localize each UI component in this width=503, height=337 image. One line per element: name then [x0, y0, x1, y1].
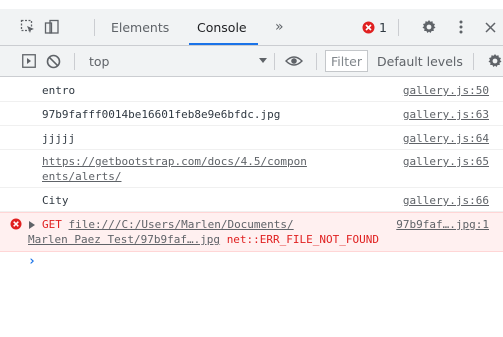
toolbar-divider — [274, 53, 275, 70]
default-levels-dropdown[interactable]: Default levels — [377, 46, 463, 76]
console-messages: entro gallery.js:50 97b9fafff0014be16601… — [0, 78, 503, 272]
close-icon[interactable] — [485, 9, 496, 45]
top-strip-right — [264, 0, 503, 9]
top-strip — [0, 0, 503, 9]
console-message: jjjjj gallery.js:64 — [0, 126, 503, 150]
error-message: GET file:///C:/Users/Marlen/Documents/ 9… — [0, 212, 503, 252]
error-count: 1 — [379, 19, 387, 35]
tab-elements[interactable]: Elements — [111, 9, 169, 45]
error-line1: GET file:///C:/Users/Marlen/Documents/ — [42, 217, 294, 232]
toolbar-divider — [473, 53, 474, 70]
message-source-link[interactable]: gallery.js:50 — [403, 83, 489, 98]
gear-icon[interactable] — [421, 9, 437, 45]
devtools-tab-bar: Elements Console » 1 — [0, 9, 503, 46]
error-count-badge[interactable]: 1 — [362, 9, 387, 45]
device-toolbar-icon[interactable] — [44, 9, 60, 45]
console-toolbar: top Filter Default levels — [0, 46, 503, 77]
message-url-line1[interactable]: https://getbootstrap.com/docs/4.5/compon — [42, 154, 307, 169]
error-code: net::ERR_FILE_NOT_FOUND — [226, 233, 380, 246]
sidebar-toggle-icon[interactable] — [22, 46, 36, 76]
console-settings-gear-icon[interactable] — [487, 46, 503, 76]
message-source-link[interactable]: gallery.js:63 — [403, 107, 489, 122]
error-icon — [362, 21, 375, 33]
message-source-link[interactable]: gallery.js:65 — [403, 154, 489, 169]
console-message: https://getbootstrap.com/docs/4.5/compon… — [0, 150, 503, 188]
toolbar-divider — [316, 53, 317, 70]
console-message: 97b9fafff0014be16601feb8e9e6bfdc.jpg gal… — [0, 102, 503, 126]
error-source-link[interactable]: 97b9faf….jpg:1 — [396, 217, 489, 232]
message-text: 97b9fafff0014be16601feb8e9e6bfdc.jpg — [42, 108, 281, 121]
message-source-link[interactable]: gallery.js:64 — [403, 131, 489, 146]
console-message: City gallery.js:66 — [0, 188, 503, 212]
more-tabs-button[interactable]: » — [275, 9, 284, 45]
message-text: jjjjj — [42, 132, 76, 145]
request-method: GET — [42, 218, 62, 231]
tab-divider — [94, 19, 95, 36]
error-icon — [10, 218, 22, 230]
tab-console[interactable]: Console — [197, 9, 247, 45]
tab-divider — [398, 19, 399, 36]
error-url-line2[interactable]: Marlen Paez Test/97b9faf….jpg — [28, 233, 220, 246]
error-line2: Marlen Paez Test/97b9faf….jpg net::ERR_F… — [28, 232, 379, 247]
filter-input[interactable]: Filter — [325, 50, 368, 72]
active-tab-indicator — [189, 43, 258, 45]
message-source-link[interactable]: gallery.js:66 — [403, 193, 489, 208]
error-url-line1[interactable]: file:///C:/Users/Marlen/Documents/ — [69, 218, 294, 231]
clear-console-icon[interactable] — [46, 46, 61, 76]
context-selector[interactable]: top — [89, 46, 109, 76]
message-url-line2[interactable]: ents/alerts/ — [42, 169, 121, 184]
inspect-element-icon[interactable] — [20, 9, 36, 45]
prompt-chevron-icon: › — [28, 254, 36, 269]
console-prompt-row[interactable]: › — [0, 252, 503, 272]
console-message: entro gallery.js:50 — [0, 78, 503, 102]
kebab-menu-icon[interactable] — [459, 9, 463, 45]
message-text: entro — [42, 84, 76, 97]
chevron-down-icon[interactable] — [259, 46, 267, 76]
expand-triangle-icon[interactable] — [29, 221, 35, 229]
message-text: City — [42, 194, 69, 207]
top-strip-left — [0, 0, 264, 9]
eye-icon[interactable] — [285, 46, 303, 76]
toolbar-divider — [74, 53, 75, 70]
